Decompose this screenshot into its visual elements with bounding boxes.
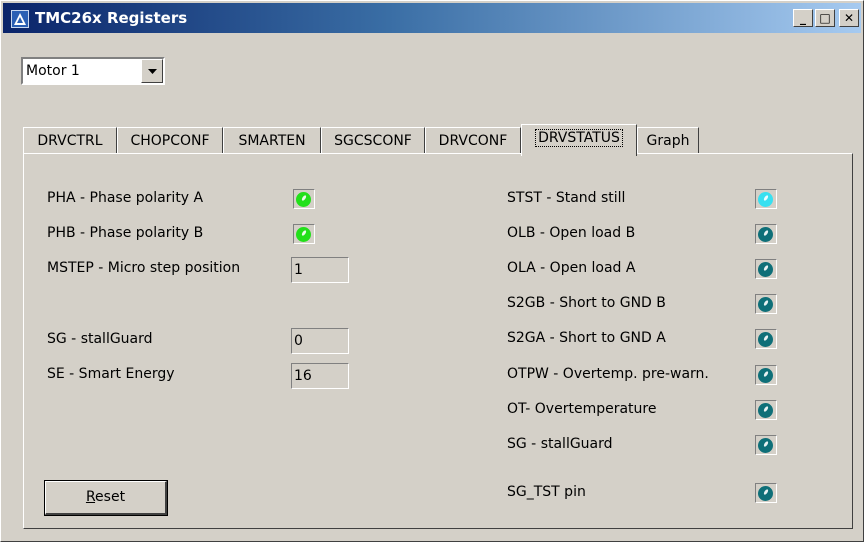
window-title: TMC26x Registers [35, 9, 188, 27]
olb-label: OLB - Open load B [507, 225, 636, 241]
sg-status-label: SG - stallGuard [507, 436, 613, 452]
sg-tst-led-icon [755, 483, 777, 503]
sg-tst-label: SG_TST pin [507, 484, 586, 500]
phb-label: PHB - Phase polarity B [47, 225, 204, 241]
maximize-button[interactable]: □ [815, 9, 835, 27]
ot-label: OT- Overtemperature [507, 401, 657, 417]
chevron-down-icon [148, 69, 157, 74]
title-bar[interactable]: TMC26x Registers _ □ ✕ [3, 3, 861, 33]
phb-led-icon [293, 224, 315, 244]
sg-field: 0 [291, 328, 349, 354]
otpw-label: OTPW - Overtemp. pre-warn. [507, 366, 709, 382]
tab-drvctrl[interactable]: DRVCTRL [23, 127, 117, 155]
minimize-button[interactable]: _ [793, 9, 813, 27]
sg-status-led-icon [755, 435, 777, 455]
motor-select-value: Motor 1 [26, 63, 80, 79]
ot-led-icon [755, 400, 777, 420]
reset-button[interactable]: Reset [44, 480, 168, 516]
app-logo-icon [11, 10, 29, 28]
pha-label: PHA - Phase polarity A [47, 190, 204, 206]
close-button[interactable]: ✕ [839, 9, 859, 27]
s2ga-led-icon [755, 329, 777, 349]
otpw-led-icon [755, 365, 777, 385]
olb-led-icon [755, 224, 777, 244]
ola-label: OLA - Open load A [507, 260, 636, 276]
stst-led-icon [755, 189, 777, 209]
stst-label: STST - Stand still [507, 190, 626, 206]
pha-led-icon [293, 189, 315, 209]
se-field: 16 [291, 363, 349, 389]
tab-drvstatus[interactable]: DRVSTATUS [521, 124, 637, 156]
dropdown-arrow-button[interactable] [141, 59, 163, 83]
se-label: SE - Smart Energy [47, 366, 175, 382]
ola-led-icon [755, 259, 777, 279]
s2gb-led-icon [755, 294, 777, 314]
tab-drvconf[interactable]: DRVCONF [425, 127, 521, 155]
tab-chopconf[interactable]: CHOPCONF [117, 127, 223, 155]
sg-label: SG - stallGuard [47, 331, 153, 347]
mstep-label: MSTEP - Micro step position [47, 260, 241, 276]
s2ga-label: S2GA - Short to GND A [507, 330, 666, 346]
s2gb-label: S2GB - Short to GND B [507, 295, 666, 311]
app-window: TMC26x Registers _ □ ✕ Motor 1 DRVCTRL C… [0, 0, 864, 542]
tab-smarten[interactable]: SMARTEN [223, 127, 321, 155]
tab-graph[interactable]: Graph [637, 127, 699, 155]
mstep-field: 1 [291, 257, 349, 283]
motor-select[interactable]: Motor 1 [21, 57, 165, 85]
tab-sgcsconf[interactable]: SGCSCONF [321, 127, 425, 155]
